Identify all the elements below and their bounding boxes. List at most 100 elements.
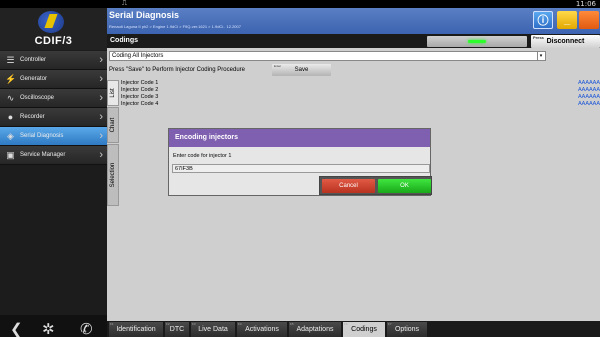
minimize-button[interactable]: _ (557, 11, 577, 29)
tab-selection[interactable]: Selection (107, 144, 119, 206)
tab-label: Chart (110, 117, 116, 133)
sidebar-item-label: Serial Diagnosis (20, 133, 64, 139)
breadcrumb: Renault Laguna II ph2 > Engine 1.9dCi > … (109, 24, 241, 29)
dialog-prompt: Enter code for injector 1 (173, 153, 232, 159)
disconnect-hint: Press (533, 35, 544, 40)
sidebar-nav: ☰ Controller › ⚡ Generator › ∿ Oscillosc… (0, 51, 107, 165)
chevron-right-icon: › (99, 73, 103, 85)
logo-icon (38, 11, 64, 33)
tab-label: Live Data (198, 326, 228, 333)
sidebar-item-controller[interactable]: ☰ Controller › (0, 51, 107, 70)
dialog-buttons: Cancel OK (319, 176, 432, 195)
coding-select[interactable]: Coding All Injectors ▾ (109, 51, 546, 61)
usb-icon: ⎍ (122, 0, 127, 7)
code-label: Injector Code 2 (121, 87, 159, 93)
list-item[interactable]: Injector Code 3 AAAAAA (121, 94, 600, 101)
tab-key: F3 (192, 322, 196, 326)
phone-icon[interactable]: ✆ (80, 321, 93, 337)
chevron-down-icon: ▾ (537, 52, 544, 60)
tab-label: Adaptations (296, 326, 334, 333)
clock: 11:06 (575, 0, 596, 8)
tab-activations[interactable]: F4 Activations (237, 322, 287, 337)
injector-code-input[interactable]: 67IF3B (172, 164, 430, 173)
settings-icon[interactable]: ✲ (42, 321, 55, 337)
status-led-icon (468, 40, 486, 43)
cancel-button[interactable]: Cancel (322, 179, 375, 193)
tab-dtc[interactable]: F2 DTC (165, 322, 189, 337)
disconnect-button[interactable]: Press Disconnect (531, 35, 600, 48)
page-title: Serial Diagnosis (109, 10, 180, 20)
sidebar-item-label: Generator (20, 76, 48, 82)
tab-codings[interactable]: F6 Codings (343, 322, 385, 337)
logo: CDIF/3 (0, 8, 107, 50)
header: Serial Diagnosis Renault Laguna II ph2 >… (107, 8, 600, 34)
section-title: Codings (110, 37, 138, 44)
tab-list[interactable]: List (107, 80, 119, 106)
record-icon: ● (7, 112, 14, 122)
coding-select-value: Coding All Injectors (112, 53, 164, 59)
code-value: AAAAAA (577, 87, 600, 93)
tab-chart[interactable]: Chart (107, 107, 119, 143)
encoding-dialog: Encoding injectors Enter code for inject… (168, 128, 432, 196)
instruction-text: Press "Save" to Perform Injector Coding … (109, 67, 245, 73)
list-item[interactable]: Injector Code 1 AAAAAA (121, 80, 600, 87)
wave-icon: ∿ (6, 93, 15, 103)
bottom-tabbar: F1 Identification F2 DTC F3 Live Data F4… (107, 321, 600, 337)
sidebar-item-label: Controller (20, 57, 47, 63)
tab-label: DTC (169, 326, 185, 333)
tab-key: F1 (110, 322, 114, 326)
tab-key: F5 (290, 322, 294, 326)
app-window: ⎍ 11:06 CDIF/3 ☰ Controller › ⚡ Generato… (0, 0, 600, 337)
close-button[interactable] (579, 11, 599, 29)
code-value: AAAAAA (577, 101, 600, 107)
tab-key: F6 (344, 322, 348, 326)
service-icon: ▣ (6, 150, 15, 160)
codings-bar: Codings Press Disconnect (107, 34, 600, 48)
sidebar-item-oscilloscope[interactable]: ∿ Oscilloscope › (0, 89, 107, 108)
tab-adaptations[interactable]: F5 Adaptations (289, 322, 341, 337)
chevron-right-icon: › (99, 111, 103, 123)
chevron-right-icon: › (99, 130, 103, 142)
tab-options[interactable]: F7 Options (387, 322, 427, 337)
sidebar-item-serial-diagnosis[interactable]: ◈ Serial Diagnosis › (0, 127, 107, 146)
tab-label: Selection (110, 162, 116, 188)
code-label: Injector Code 1 (121, 80, 159, 86)
list-item[interactable]: Injector Code 2 AAAAAA (121, 87, 600, 94)
chevron-right-icon: › (99, 92, 103, 104)
chevron-right-icon: › (99, 54, 103, 66)
tab-label: Activations (245, 326, 279, 333)
generator-icon: ⚡ (5, 74, 17, 84)
save-label: Save (294, 67, 309, 73)
tab-label: Identification (116, 326, 156, 333)
code-list: Injector Code 1 AAAAAA Injector Code 2 A… (121, 80, 600, 108)
code-label: Injector Code 4 (121, 101, 159, 107)
tab-identification[interactable]: F1 Identification (109, 322, 163, 337)
minimize-icon: _ (563, 14, 571, 26)
tab-live-data[interactable]: F3 Live Data (191, 322, 235, 337)
tab-key: F2 (166, 322, 170, 326)
code-value: AAAAAA (577, 94, 600, 100)
code-label: Injector Code 3 (121, 94, 159, 100)
ok-button[interactable]: OK (378, 179, 431, 193)
sidebar-item-service-manager[interactable]: ▣ Service Manager › (0, 146, 107, 165)
tab-key: F4 (238, 322, 242, 326)
sidebar-item-generator[interactable]: ⚡ Generator › (0, 70, 107, 89)
app-name: CDIF/3 (34, 35, 73, 47)
sidebar-item-label: Recorder (20, 114, 45, 120)
info-icon: ⓘ (537, 15, 549, 27)
tab-label: Options (394, 326, 420, 333)
tab-label: List (110, 88, 116, 98)
info-button[interactable]: ⓘ (533, 11, 553, 29)
diagnosis-icon: ◈ (7, 131, 14, 141)
save-hint: Enter (274, 64, 282, 68)
sidebar-item-label: Service Manager (20, 152, 66, 158)
sidebar-item-label: Oscilloscope (20, 95, 55, 101)
dialog-title: Encoding injectors (169, 129, 430, 147)
sidebar-item-recorder[interactable]: ● Recorder › (0, 108, 107, 127)
code-value: AAAAAA (577, 80, 600, 86)
back-icon[interactable]: ❮ (10, 321, 23, 337)
list-item[interactable]: Injector Code 4 AAAAAA (121, 101, 600, 108)
tab-key: F7 (388, 322, 392, 326)
sliders-icon: ☰ (6, 55, 15, 65)
save-button[interactable]: Enter Save (272, 64, 331, 76)
